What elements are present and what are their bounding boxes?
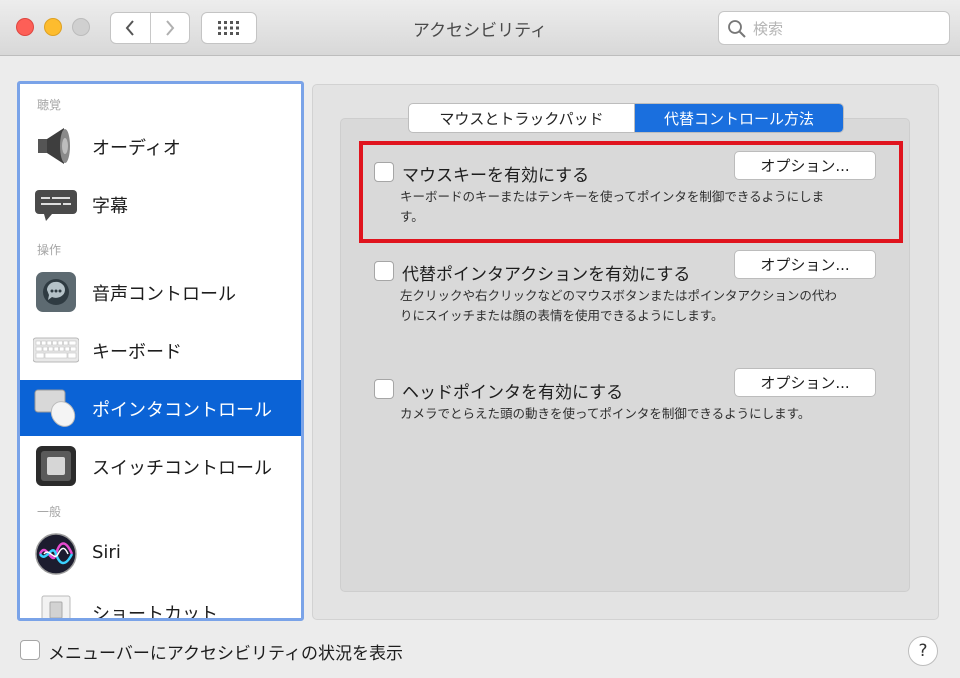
sidebar-item-keyboard[interactable]: キーボード — [20, 322, 301, 378]
show-status-in-menubar-label: メニューバーにアクセシビリティの状況を表示 — [48, 644, 403, 664]
forward-button[interactable] — [149, 13, 190, 43]
siri-icon — [33, 533, 79, 575]
sidebar-item-label: Siri — [92, 542, 121, 563]
search-field[interactable] — [718, 11, 950, 45]
sidebar-item-siri[interactable]: Siri — [20, 526, 301, 582]
sidebar-item-pointer-control[interactable]: ポインタコントロール — [20, 380, 301, 436]
grid-icon — [218, 21, 239, 35]
captions-icon — [33, 184, 79, 224]
section-header-motor: 操作 — [37, 243, 62, 257]
sidebar-item-label: キーボード — [92, 342, 182, 363]
sidebar-item-audio[interactable]: オーディオ — [20, 118, 301, 174]
section-header-general: 一般 — [37, 505, 62, 519]
show-all-button[interactable] — [201, 12, 257, 44]
sidebar-item-voice-control[interactable]: 音声コントロール — [20, 264, 301, 320]
show-status-in-menubar-checkbox[interactable] — [20, 640, 40, 660]
sidebar-item-label: ポインタコントロール — [92, 400, 272, 421]
head-pointer-options-button[interactable]: オプション... — [734, 368, 876, 397]
sidebar-item-label: 字幕 — [92, 196, 128, 217]
alternate-pointer-actions-options-button[interactable]: オプション... — [734, 250, 876, 279]
sidebar-item-label: スイッチコントロール — [92, 458, 272, 479]
title-bar: アクセシビリティ — [0, 0, 960, 56]
tab-mouse-trackpad[interactable]: マウスとトラックパッド — [409, 104, 635, 132]
tab-alternate-control-methods[interactable]: 代替コントロール方法 — [635, 104, 843, 132]
speaker-icon — [33, 126, 79, 166]
head-pointer-checkbox[interactable] — [374, 379, 394, 399]
keyboard-icon — [33, 330, 79, 370]
alternate-pointer-actions-checkbox[interactable] — [374, 261, 394, 281]
back-forward-group — [110, 12, 190, 44]
minimize-window-button[interactable] — [44, 18, 62, 36]
sidebar-item-shortcut[interactable]: ショートカット — [20, 584, 301, 621]
back-button[interactable] — [111, 13, 150, 43]
search-input[interactable] — [753, 18, 943, 40]
search-icon — [728, 20, 746, 38]
shortcut-icon — [33, 592, 79, 618]
voice-control-icon — [33, 272, 79, 312]
head-pointer-label: ヘッドポインタを有効にする — [402, 383, 624, 403]
mouse-keys-highlight — [359, 141, 903, 243]
tab-bar: マウスとトラックパッド 代替コントロール方法 — [408, 103, 844, 133]
sidebar[interactable]: 聴覚 オーディオ 字幕 操作 音声コントロール キーボード ポインタコントロール… — [17, 81, 304, 621]
sidebar-item-label: ショートカット — [92, 604, 218, 621]
zoom-window-button[interactable] — [72, 18, 90, 36]
switch-control-icon — [33, 446, 79, 486]
section-header-hearing: 聴覚 — [37, 98, 62, 112]
chevron-left-icon — [125, 20, 135, 36]
alternate-pointer-actions-description: 左クリックや右クリックなどのマウスボタンまたはポインタアクションの代わりにスイッ… — [400, 288, 837, 323]
sidebar-item-label: 音声コントロール — [92, 284, 236, 305]
sidebar-item-label: オーディオ — [92, 138, 181, 159]
sidebar-item-captions[interactable]: 字幕 — [20, 176, 301, 232]
alternate-pointer-actions-label: 代替ポインタアクションを有効にする — [402, 265, 691, 285]
pointer-control-icon — [33, 388, 79, 428]
help-button[interactable]: ? — [908, 636, 938, 666]
window-title: アクセシビリティ — [412, 21, 548, 41]
chevron-right-icon — [165, 20, 175, 36]
close-window-button[interactable] — [16, 18, 34, 36]
sidebar-item-switch-control[interactable]: スイッチコントロール — [20, 438, 301, 494]
head-pointer-description: カメラでとらえた頭の動きを使ってポインタを制御できるようにします。 — [400, 406, 811, 421]
